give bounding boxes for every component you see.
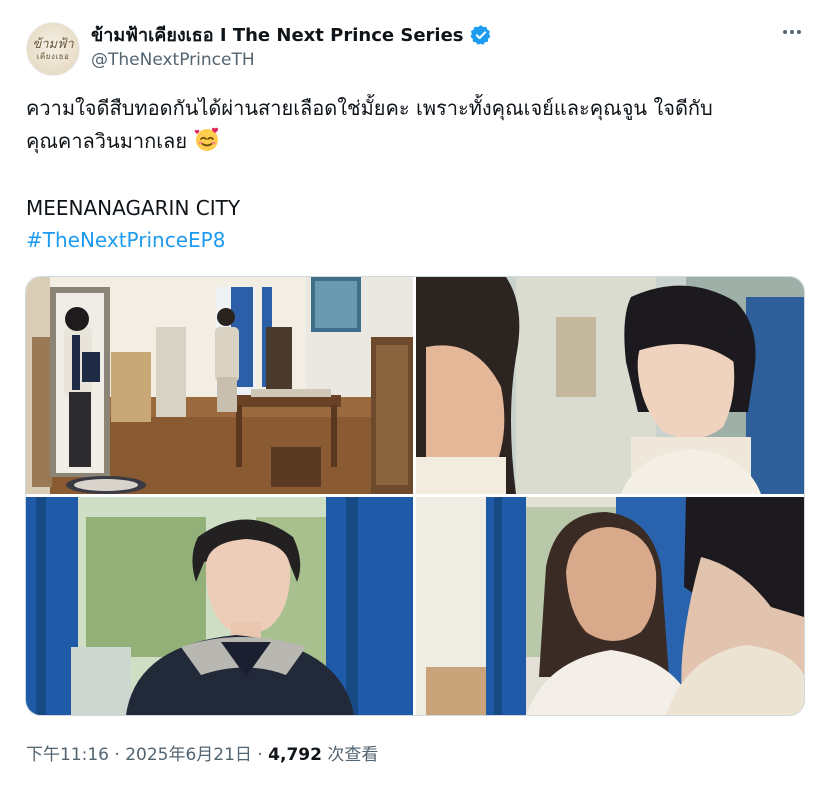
avatar-text-line1: ข้ามฟ้า [32, 36, 74, 52]
avatar-text-line2: เคียงเธอ [36, 51, 70, 61]
views-label: 次查看 [327, 745, 379, 765]
author-display-name[interactable]: ข้ามฟ้าเคียงเธอ I The Next Prince Series [91, 20, 464, 49]
tweet-text-line2-row: คุณคาลวินมากเลย [26, 125, 806, 158]
tweet-hashtag-link[interactable]: #TheNextPrinceEP8 [26, 228, 225, 252]
smiling-face-with-hearts-emoji [193, 125, 221, 153]
views-count: 4,792 [268, 745, 322, 765]
tweet-date[interactable]: 2025年6月21日 [125, 745, 252, 765]
tweet-location-text: MEENANAGARIN CITY [26, 196, 241, 220]
tweet-text: ความใจดีสืบทอดกันได้ผ่านสายเลือดใช่มั้ยค… [26, 92, 806, 158]
media-photo-4[interactable] [416, 497, 804, 715]
media-photo-3[interactable] [26, 497, 413, 715]
tweet-text-line2: คุณคาลวินมากเลย [26, 129, 188, 153]
tweet-time[interactable]: 下午11:16 [26, 745, 109, 765]
author-handle[interactable]: @TheNextPrinceTH [91, 50, 255, 70]
tweet-meta-row: 下午11:16 · 2025年6月21日 · 4,792 次查看 [26, 740, 378, 765]
meta-separator-2: · [257, 745, 263, 765]
tweet-media-grid [25, 276, 805, 716]
media-photo-1[interactable] [26, 277, 413, 494]
media-photo-2[interactable] [416, 277, 804, 494]
tweet-text-line1: ความใจดีสืบทอดกันได้ผ่านสายเลือดใช่มั้ยค… [26, 96, 713, 120]
profile-avatar[interactable]: ข้ามฟ้า เคียงเธอ [26, 22, 80, 76]
meta-separator: · [114, 745, 120, 765]
verified-badge-icon [469, 24, 492, 46]
author-name-row: ข้ามฟ้าเคียงเธอ I The Next Prince Series [91, 20, 492, 49]
more-horizontal-icon[interactable] [778, 18, 806, 46]
